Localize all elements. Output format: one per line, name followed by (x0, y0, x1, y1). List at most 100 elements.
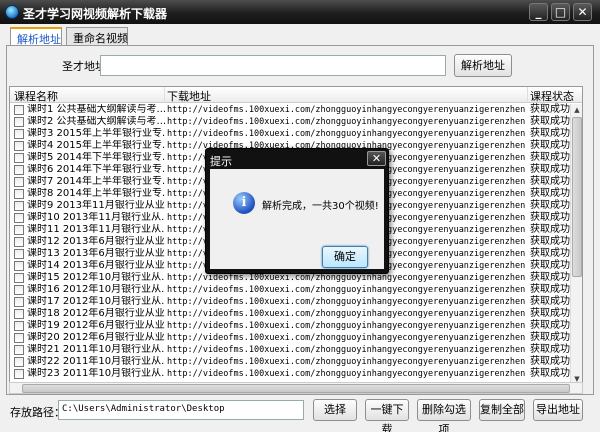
table-row[interactable]: 课时22 2011年10月银行业从... http://videofms.100x… (10, 356, 570, 368)
column-header-status[interactable]: 课程状态 (530, 88, 574, 104)
dialog-close-button[interactable]: ✕ (367, 151, 386, 166)
row-download-url: http://videofms.100xuexi.com/zhongguoyin… (167, 105, 525, 115)
vertical-scrollbar[interactable]: ▲ ▼ (570, 104, 582, 385)
row-status: 获取成功 (530, 176, 570, 187)
row-status: 获取成功 (530, 152, 570, 163)
dialog-message: 解析完成，一共30个视频! (262, 201, 379, 212)
row-download-url: http://videofms.100xuexi.com/zhongguoyin… (167, 285, 525, 295)
table-row[interactable]: 课时18 2012年6月银行业从业... http://videofms.100x… (10, 308, 570, 320)
row-status: 获取成功 (530, 272, 570, 283)
row-checkbox[interactable] (14, 189, 24, 199)
horizontal-scrollbar-thumb[interactable] (22, 384, 570, 393)
save-path-input[interactable]: C:\Users\Administrator\Desktop (58, 400, 304, 420)
row-status: 获取成功 (530, 332, 570, 343)
row-checkbox[interactable] (14, 297, 24, 307)
maximize-button[interactable]: □ (551, 3, 570, 21)
table-row[interactable]: 课时21 2011年10月银行业从... http://videofms.100x… (10, 344, 570, 356)
row-course-name: 课时4 2015年上半年银行业专... (27, 140, 165, 151)
row-checkbox[interactable] (14, 321, 24, 331)
row-course-name: 课时23 2011年10月银行业从... (27, 368, 165, 379)
row-course-name: 课时11 2013年11月银行业从... (27, 224, 165, 235)
table-row[interactable]: 课时23 2011年10月银行业从... http://videofms.100x… (10, 368, 570, 380)
row-checkbox[interactable] (14, 285, 24, 295)
table-row[interactable]: 课时3 2015年上半年银行业专... http://videofms.100xu… (10, 128, 570, 140)
row-course-name: 课时9 2013年11月银行业从业... (27, 200, 165, 211)
tab-parse-address[interactable]: 解析地址 (10, 27, 62, 46)
scroll-up-icon[interactable]: ▲ (571, 104, 582, 116)
row-checkbox[interactable] (14, 177, 24, 187)
close-button[interactable]: ✕ (573, 3, 592, 21)
horizontal-scrollbar[interactable] (9, 382, 583, 394)
table-row[interactable]: 课时19 2012年6月银行业从业... http://videofms.100x… (10, 320, 570, 332)
copy-all-button[interactable]: 复制全部 (479, 399, 525, 421)
row-course-name: 课时18 2012年6月银行业从业... (27, 308, 165, 319)
row-checkbox[interactable] (14, 237, 24, 247)
table-row[interactable]: 课时17 2012年10月银行业从... http://videofms.100x… (10, 296, 570, 308)
parse-address-button[interactable]: 解析地址 (454, 54, 512, 77)
row-checkbox[interactable] (14, 213, 24, 223)
table-row[interactable]: 课时2 公共基础大纲解读与考... http://videofms.100xuex… (10, 116, 570, 128)
row-course-name: 课时20 2012年6月银行业从业... (27, 332, 165, 343)
row-checkbox[interactable] (14, 309, 24, 319)
column-header-url[interactable]: 下载地址 (167, 88, 211, 104)
row-checkbox[interactable] (14, 129, 24, 139)
row-status: 获取成功 (530, 308, 570, 319)
row-checkbox[interactable] (14, 141, 24, 151)
minimize-button[interactable]: _ (529, 3, 548, 21)
row-course-name: 课时21 2011年10月银行业从... (27, 344, 165, 355)
row-status: 获取成功 (530, 140, 570, 151)
row-course-name: 课时14 2013年6月银行业从业... (27, 260, 165, 271)
column-divider (527, 87, 528, 103)
row-checkbox[interactable] (14, 201, 24, 211)
row-download-url: http://videofms.100xuexi.com/zhongguoyin… (167, 369, 525, 379)
row-checkbox[interactable] (14, 117, 24, 127)
row-checkbox[interactable] (14, 153, 24, 163)
dialog-ok-button[interactable]: 确定 (322, 246, 368, 268)
row-status: 获取成功 (530, 368, 570, 379)
row-course-name: 课时5 2014年下半年银行业专... (27, 152, 165, 163)
row-checkbox[interactable] (14, 105, 24, 115)
row-status: 获取成功 (530, 248, 570, 259)
row-checkbox[interactable] (14, 273, 24, 283)
row-course-name: 课时13 2013年6月银行业从业... (27, 248, 165, 259)
row-course-name: 课时15 2012年10月银行业从... (27, 272, 165, 283)
row-course-name: 课时6 2014年下半年银行业专... (27, 164, 165, 175)
app-icon (5, 5, 19, 19)
row-download-url: http://videofms.100xuexi.com/zhongguoyin… (167, 333, 525, 343)
delete-checked-button[interactable]: 删除勾选项 (417, 399, 471, 432)
table-row[interactable]: 课时16 2012年10月银行业从... http://videofms.100x… (10, 284, 570, 296)
row-checkbox[interactable] (14, 225, 24, 235)
row-status: 获取成功 (530, 224, 570, 235)
row-checkbox[interactable] (14, 249, 24, 259)
column-divider (164, 87, 165, 103)
address-input[interactable] (100, 55, 446, 76)
row-checkbox[interactable] (14, 165, 24, 175)
row-checkbox[interactable] (14, 357, 24, 367)
row-status: 获取成功 (530, 200, 570, 211)
row-checkbox[interactable] (14, 369, 24, 379)
row-status: 获取成功 (530, 236, 570, 247)
row-checkbox[interactable] (14, 333, 24, 343)
table-row[interactable]: 课时1 公共基础大纲解读与考... http://videofms.100xuex… (10, 104, 570, 116)
message-dialog: 提示 ✕ i 解析完成，一共30个视频! 确定 (205, 148, 389, 274)
row-course-name: 课时7 2014年上半年银行业专... (27, 176, 165, 187)
row-checkbox[interactable] (14, 261, 24, 271)
row-status: 获取成功 (530, 212, 570, 223)
select-path-button[interactable]: 选择 (313, 399, 357, 421)
title-bar: 圣才学习网视频解析下载器 _ □ ✕ (0, 0, 600, 24)
column-header-name[interactable]: 课程名称 (14, 88, 58, 104)
scrollbar-thumb[interactable] (572, 117, 582, 277)
export-address-button[interactable]: 导出地址 (533, 399, 583, 421)
row-checkbox[interactable] (14, 345, 24, 355)
row-course-name: 课时17 2012年10月银行业从... (27, 296, 165, 307)
row-download-url: http://videofms.100xuexi.com/zhongguoyin… (167, 297, 525, 307)
row-course-name: 课时8 2014年上半年银行业专... (27, 188, 165, 199)
row-download-url: http://videofms.100xuexi.com/zhongguoyin… (167, 129, 525, 139)
row-course-name: 课时1 公共基础大纲解读与考... (27, 104, 165, 115)
download-all-button[interactable]: 一键下载 (365, 399, 409, 432)
row-status: 获取成功 (530, 296, 570, 307)
table-row[interactable]: 课时20 2012年6月银行业从业... http://videofms.100x… (10, 332, 570, 344)
row-status: 获取成功 (530, 128, 570, 139)
tab-rename-video[interactable]: 重命名视频 (66, 27, 128, 45)
list-header: 课程名称 下载地址 课程状态 (10, 87, 582, 103)
